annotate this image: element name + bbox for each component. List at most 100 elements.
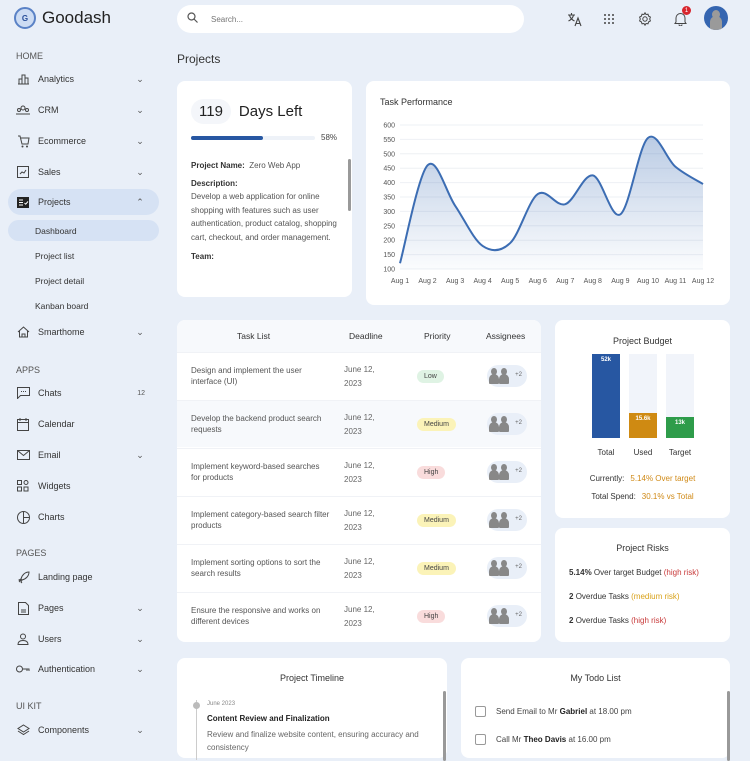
- task-name: Develop the backend product search reque…: [191, 414, 322, 434]
- assignees-group[interactable]: +2: [487, 509, 527, 531]
- team-label: Team:: [191, 252, 214, 261]
- data-point[interactable]: [453, 204, 457, 208]
- progress-percent: 58%: [321, 133, 338, 142]
- task-name: Design and implement the user interface …: [191, 366, 302, 386]
- sidebar-item-components[interactable]: Components ⌄: [8, 717, 159, 743]
- x-tick-label: Aug 10: [637, 278, 659, 285]
- data-point[interactable]: [591, 173, 595, 177]
- timeline-date: June 2023: [207, 701, 236, 707]
- assignees-group[interactable]: +2: [487, 365, 527, 387]
- todo-checkbox[interactable]: [475, 706, 486, 717]
- assignee-avatar: [489, 608, 499, 625]
- app-logo[interactable]: G Goodash: [14, 7, 111, 29]
- assignees-group[interactable]: +2: [487, 461, 527, 483]
- sidebar-item-pages[interactable]: Pages ⌄: [8, 595, 159, 621]
- table-row[interactable]: Implement sorting options to sort the se…: [177, 544, 541, 591]
- data-point[interactable]: [481, 244, 485, 248]
- assignees-group[interactable]: +2: [487, 605, 527, 627]
- budget-currently: Currently: 5.14% Over target: [589, 474, 696, 483]
- data-point[interactable]: [618, 212, 622, 216]
- chevron-down-icon: ⌄: [136, 449, 144, 460]
- task-deadline: June 12, 2023: [344, 557, 375, 580]
- sidebar-item-charts[interactable]: Charts: [8, 504, 159, 530]
- translate-icon[interactable]: [564, 9, 584, 29]
- sidebar-item-widgets[interactable]: Widgets: [8, 473, 159, 499]
- file-icon: [16, 601, 30, 615]
- data-point[interactable]: [398, 261, 402, 265]
- x-tick-label: Aug 5: [501, 278, 519, 285]
- sidebar-subitem-kanban-board[interactable]: Kanban board: [8, 295, 159, 316]
- budget-bar-total: 52k: [592, 354, 620, 438]
- sidebar-item-projects[interactable]: Projects ⌃: [8, 189, 159, 215]
- sidebar-item-landing-page[interactable]: Landing page: [8, 564, 159, 590]
- sidebar-item-users[interactable]: Users ⌄: [8, 626, 159, 652]
- scrollbar[interactable]: [348, 159, 351, 211]
- notification-bell-icon[interactable]: 1: [670, 6, 691, 29]
- table-row[interactable]: Implement category-based search filter p…: [177, 496, 541, 543]
- priority-badge: Medium: [417, 418, 456, 431]
- timeline-dot: [193, 702, 200, 709]
- sidebar-subitem-dashboard[interactable]: Dashboard: [8, 220, 159, 241]
- todo-text: Send Email to Mr Gabriel at 18.00 pm: [496, 707, 632, 716]
- task-deadline: June 12, 2023: [344, 461, 375, 484]
- timeline-title: Project Timeline: [279, 673, 345, 683]
- settings-gear-icon[interactable]: [635, 9, 655, 29]
- project-timeline-card: Project Timeline June 2023 Content Revie…: [177, 658, 447, 761]
- y-tick-label: 100: [383, 267, 395, 274]
- header-priority: Priority: [424, 331, 451, 341]
- table-row[interactable]: Design and implement the user interface …: [177, 352, 541, 399]
- assignees-group[interactable]: +2: [487, 413, 527, 435]
- sidebar-subitem-project-detail[interactable]: Project detail: [8, 270, 159, 291]
- sidebar-subitem-project-list[interactable]: Project list: [8, 245, 159, 266]
- data-point[interactable]: [673, 165, 677, 169]
- sidebar-item-sales[interactable]: Sales ⌄: [8, 159, 159, 185]
- sidebar-item-analytics[interactable]: Analytics ⌄: [8, 66, 159, 92]
- assignees-more-count: +2: [515, 372, 522, 378]
- task-name: Ensure the responsive and works on diffe…: [191, 606, 321, 626]
- page-title: Projects: [177, 52, 221, 66]
- search-input[interactable]: [211, 14, 491, 24]
- days-left-label: Days Left: [238, 103, 303, 120]
- data-point[interactable]: [701, 182, 705, 186]
- assignees-more-count: +2: [515, 612, 522, 618]
- budget-total-spend: Total Spend: 30.1% vs Total: [591, 492, 694, 501]
- sidebar-item-calendar[interactable]: Calendar: [8, 411, 159, 437]
- priority-badge: High: [417, 610, 446, 623]
- timeline-line: [196, 700, 197, 760]
- assignees-more-count: +2: [515, 468, 522, 474]
- y-tick-label: 250: [383, 223, 395, 230]
- bar-chart-icon: [16, 72, 30, 86]
- data-point[interactable]: [646, 136, 650, 140]
- sidebar-item-crm[interactable]: CRM ⌄: [8, 97, 159, 123]
- data-point[interactable]: [426, 163, 430, 167]
- chevron-down-icon: ⌄: [136, 326, 144, 337]
- assignees-group[interactable]: +2: [487, 557, 527, 579]
- user-avatar[interactable]: [704, 6, 728, 30]
- risk-item: 2 Overdue Tasks (high risk): [569, 616, 667, 625]
- scrollbar[interactable]: [443, 691, 446, 761]
- search-bar[interactable]: [177, 5, 524, 33]
- rocket-icon: [16, 570, 30, 584]
- todo-item: Call Mr Theo Davis at 16.00 pm: [475, 734, 611, 745]
- sidebar-item-smarthome[interactable]: Smarthome ⌄: [8, 319, 159, 345]
- chevron-down-icon: ⌄: [136, 166, 144, 177]
- sidebar-item-ecommerce[interactable]: Ecommerce ⌄: [8, 128, 159, 154]
- project-summary-card: 119 Days Left 58% Project Name: Zero Web…: [177, 81, 352, 297]
- chats-count-badge: 12: [137, 389, 145, 397]
- sidebar-item-chats[interactable]: Chats 12: [8, 380, 159, 406]
- data-point[interactable]: [536, 192, 540, 196]
- sidebar-item-email[interactable]: Email ⌄: [8, 442, 159, 468]
- project-progress-bar: [191, 136, 315, 140]
- sidebar-item-authentication[interactable]: Authentication ⌄: [8, 656, 159, 682]
- table-row[interactable]: Ensure the responsive and works on diffe…: [177, 592, 541, 639]
- x-tick-label: Aug 9: [611, 278, 629, 285]
- apps-grid-icon[interactable]: [599, 9, 619, 29]
- todo-checkbox[interactable]: [475, 734, 486, 745]
- data-point[interactable]: [563, 202, 567, 206]
- scrollbar[interactable]: [727, 691, 730, 761]
- home-icon: [16, 325, 30, 339]
- task-deadline: June 12, 2023: [344, 365, 375, 388]
- table-row[interactable]: Implement keyword-based searches for pro…: [177, 448, 541, 495]
- table-row[interactable]: Develop the backend product search reque…: [177, 400, 541, 447]
- data-point[interactable]: [508, 241, 512, 245]
